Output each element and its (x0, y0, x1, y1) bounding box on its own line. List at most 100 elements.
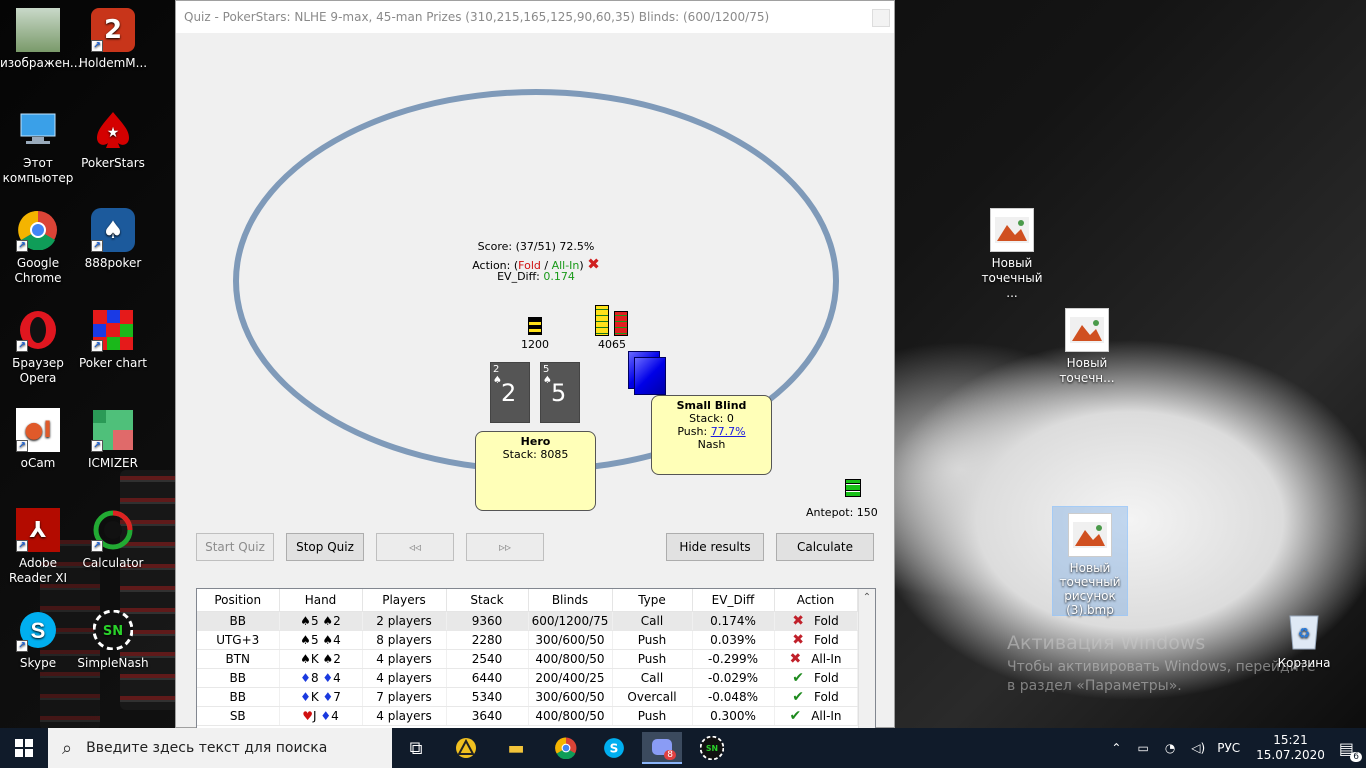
table-row[interactable]: BB ♦K ♦7 7 players 5340 300/600/50 Overcall -0… (197, 687, 858, 707)
close-button[interactable] (872, 9, 890, 27)
desktop-icon-label: SimpleNash (77, 656, 149, 670)
table-row[interactable]: BB ♦8 ♦4 4 players 6440 200/400/25 Call -0.029… (197, 668, 858, 688)
sb-stack: Stack: 0 (689, 412, 734, 425)
table-row[interactable]: BTN ♠K ♠2 4 players 2540 400/800/50 Push -0.29… (197, 649, 858, 669)
file-explorer-icon[interactable]: ▬ (496, 732, 536, 764)
hand-suit-2: ♦ (320, 708, 332, 723)
chevron-up-icon[interactable]: ⌃ (1111, 741, 1121, 755)
column-header-type[interactable]: Type (612, 589, 693, 612)
column-header-stack[interactable]: Stack (446, 589, 529, 612)
desktop-icon-label: Google Chrome (14, 256, 62, 285)
cell-ev-diff: -0.299% (692, 649, 775, 669)
cell-position: BB (197, 668, 280, 688)
opera-icon: ↗ (16, 308, 60, 352)
column-header-blinds[interactable]: Blinds (528, 589, 613, 612)
hand-rank-2: 2 (333, 651, 341, 666)
card-rank: 2 (493, 364, 500, 375)
language-indicator[interactable]: РУС (1217, 741, 1240, 755)
desktop-icon-bitmap-3[interactable]: Новый точечный рисунок (3).bmp (1052, 506, 1128, 617)
chrome-taskbar-icon[interactable] (546, 732, 586, 764)
desktop-icon-888poker[interactable]: ♠ ↗ 888poker (75, 208, 151, 271)
column-header-players[interactable]: Players (362, 589, 447, 612)
task-view-icon[interactable]: ⧉ (396, 732, 436, 764)
holdem-manager-taskbar-icon[interactable] (446, 732, 486, 764)
clock-date: 15.07.2020 (1256, 748, 1325, 762)
desktop-icon-pokerstars[interactable]: ★ PokerStars (75, 108, 151, 171)
cell-players: 4 players (362, 668, 447, 688)
chrome-icon: ↗ (16, 208, 60, 252)
column-header-action[interactable]: Action (774, 589, 858, 612)
cell-hand: ♠5 ♠4 (279, 630, 363, 650)
results-table[interactable]: Position Hand Players Stack Blinds Type … (196, 588, 876, 729)
column-header-hand[interactable]: Hand (279, 589, 363, 612)
taskbar-search-box[interactable]: ⌕ Введите здесь текст для поиска (48, 728, 392, 768)
desktop-icon-label: oCam (20, 456, 56, 470)
hero-card-1: 2 ♠ 2 (490, 362, 530, 423)
cell-hand: ♠5 ♠2 (279, 611, 363, 631)
hand-rank-1: K (310, 651, 319, 666)
table-row[interactable]: SB ♥J ♦4 4 players 3640 400/800/50 Push 0.300%… (197, 706, 858, 726)
table-row[interactable]: BB ♠5 ♠2 2 players 9360 600/1200/75 Call 0.174… (197, 611, 858, 631)
next-button[interactable]: ▹▹ (466, 533, 544, 561)
cell-action: ✔ Fold (774, 668, 858, 688)
hand-suit-1: ♦ (300, 670, 311, 685)
hide-results-button[interactable]: Hide results (666, 533, 764, 561)
clock[interactable]: 15:21 15.07.2020 (1256, 733, 1325, 763)
hand-suit-1: ♠ (300, 651, 311, 666)
desktop-icon-skype[interactable]: S ↗ Skype (0, 608, 76, 671)
skype-icon: S ↗ (16, 608, 60, 652)
results-scrollbar[interactable]: ⌃ (858, 589, 875, 728)
start-quiz-button[interactable]: Start Quiz (196, 533, 274, 561)
cell-ev-diff: -0.048% (692, 687, 775, 707)
desktop-icon-bitmap-1[interactable]: Новый точечный ... (974, 208, 1050, 301)
volume-icon[interactable]: ◁) (1191, 741, 1205, 755)
sb-bet-chips-yellow-icon (595, 305, 609, 336)
table-row[interactable]: UTG+3 ♠5 ♠4 8 players 2280 300/600/50 Push 0.0… (197, 630, 858, 650)
desktop-icon-adobe-reader[interactable]: ⅄ ↗ Adobe Reader XI (0, 508, 76, 586)
column-header-position[interactable]: Position (197, 589, 280, 612)
desktop-icon-image[interactable]: изображен... (0, 8, 81, 71)
sb-push-label: Push: (677, 425, 711, 438)
antepot-text: Antepot: 150 (806, 506, 878, 519)
ev-label: EV_Diff: (497, 270, 544, 283)
calculate-button[interactable]: Calculate (776, 533, 874, 561)
desktop-icon-label: Calculator (82, 556, 144, 570)
window-titlebar[interactable]: Quiz - PokerStars: NLHE 9-max, 45-man Pr… (176, 1, 894, 33)
desktop-icon-calculator[interactable]: ↗ Calculator (75, 508, 151, 571)
previous-button[interactable]: ◃◃ (376, 533, 454, 561)
desktop-icon-chrome[interactable]: ↗ Google Chrome (0, 208, 76, 286)
desktop-icon-ocam[interactable]: ●I ↗ oCam (0, 408, 76, 471)
hero-stack: Stack: 8085 (502, 448, 569, 461)
simplenash-icon: SN (91, 608, 135, 652)
notifications-icon[interactable]: ▤ 6 (1339, 739, 1362, 762)
notification-count: 6 (1350, 751, 1362, 762)
desktop-icon-opera[interactable]: ↗ Браузер Opera (0, 308, 76, 386)
sb-push-link[interactable]: 77.7% (711, 425, 746, 438)
cell-blinds: 400/800/50 (528, 706, 613, 726)
battery-icon[interactable]: ▭ (1137, 741, 1148, 755)
score-text: Score: (37/51) 72.5% (477, 240, 595, 253)
sb-name: Small Blind (676, 399, 747, 412)
desktop-icon-poker-chart[interactable]: ↗ Poker chart (75, 308, 151, 371)
desktop-icon-holdem-manager[interactable]: 2 ↗ HoldemM... (75, 8, 151, 71)
scroll-up-icon[interactable]: ⌃ (859, 589, 875, 606)
column-header-ev-diff[interactable]: EV_Diff (692, 589, 775, 612)
small-blind-player-box: Small Blind Stack: 0 Push: 77.7% Nash (651, 395, 772, 475)
discord-taskbar-icon[interactable]: 8 (642, 732, 682, 764)
hero-name: Hero (520, 435, 551, 448)
simplenash-taskbar-icon[interactable]: SN (692, 732, 732, 764)
hand-rank-2: 4 (333, 632, 341, 647)
windows-logo-icon (15, 739, 33, 757)
start-button[interactable] (0, 728, 48, 768)
desktop-icon-bitmap-2[interactable]: Новый точечн... (1049, 308, 1125, 386)
wifi-icon[interactable]: ◔ (1165, 741, 1175, 755)
hand-suit-2: ♦ (322, 670, 334, 685)
stop-quiz-button[interactable]: Stop Quiz (286, 533, 364, 561)
desktop-icon-this-pc[interactable]: Этот компьютер (0, 108, 76, 186)
ev-diff-text: EV_Diff: 0.174 (436, 270, 636, 283)
desktop-icon-simplenash[interactable]: SN SimpleNash (75, 608, 151, 671)
desktop-icon-icmizer[interactable]: ↗ ICMIZER (75, 408, 151, 471)
bitmap-icon (990, 208, 1034, 252)
skype-taskbar-icon[interactable]: S (594, 732, 634, 764)
cell-type: Call (612, 611, 693, 631)
